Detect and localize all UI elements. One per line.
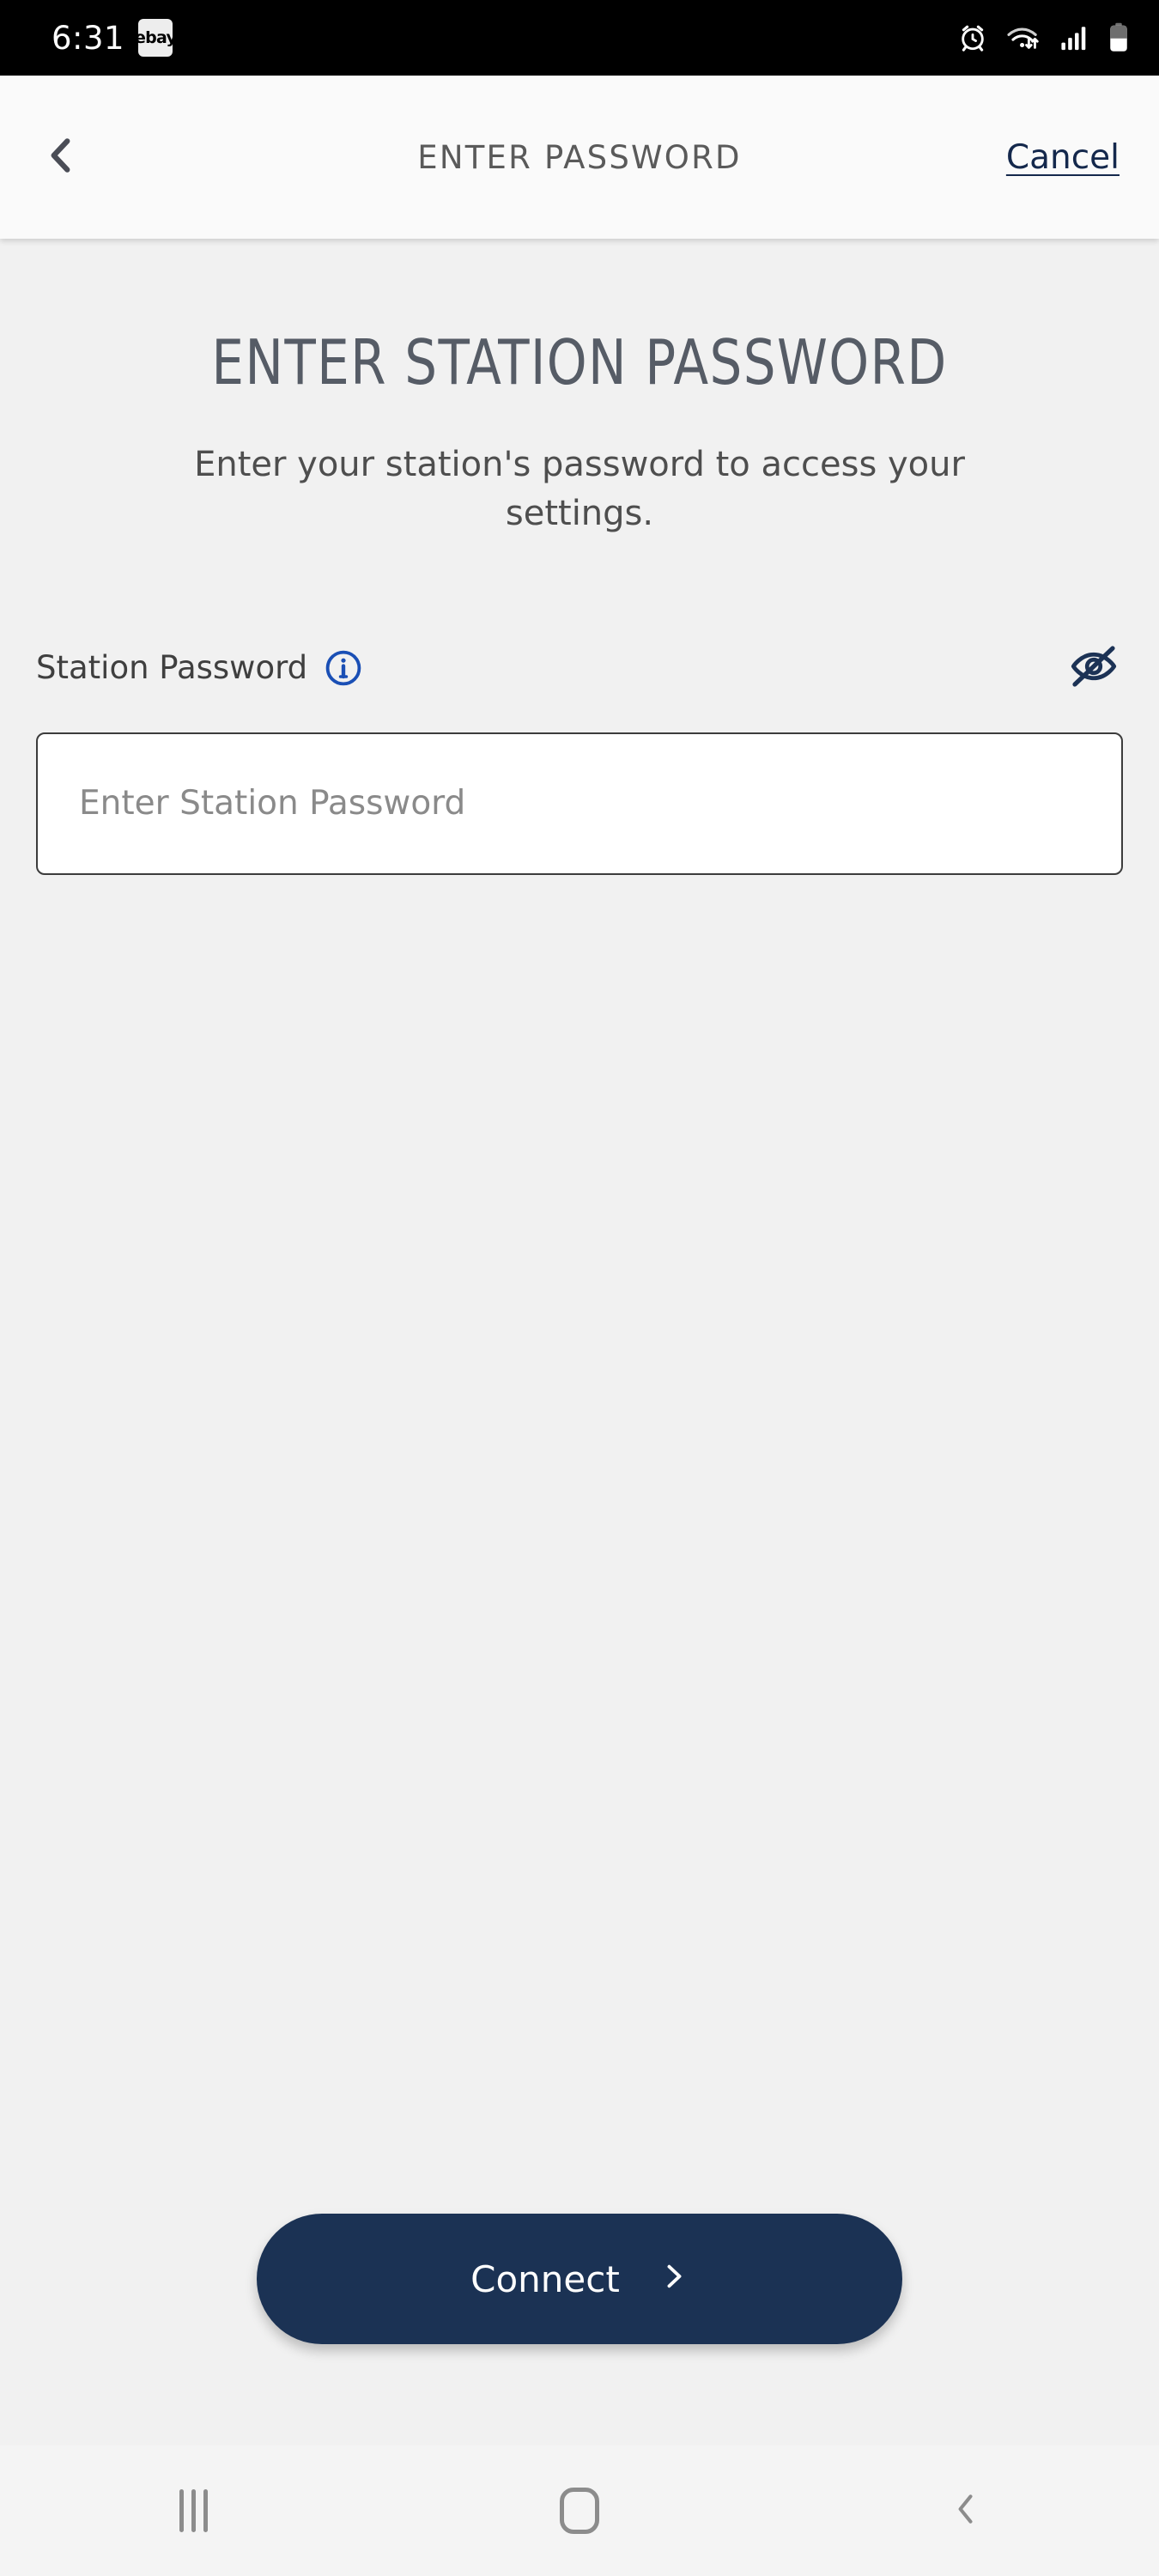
ebay-notification-icon: ebay	[135, 19, 177, 57]
android-nav-bar	[0, 2445, 1159, 2576]
home-icon	[560, 2488, 599, 2534]
wifi-icon	[1004, 23, 1042, 52]
nav-back-button[interactable]	[901, 2446, 1030, 2575]
page-title-header: ENTER PASSWORD	[417, 138, 742, 176]
toggle-password-visibility-button[interactable]	[1068, 641, 1123, 696]
status-clock: 6:31	[52, 19, 125, 57]
password-field-label-row: Station Password	[36, 641, 1123, 695]
alarm-icon	[958, 23, 987, 52]
main-content: ENTER STATION PASSWORD Enter your statio…	[0, 239, 1159, 2445]
eye-off-icon	[1068, 641, 1120, 696]
nav-recents-button[interactable]	[129, 2446, 258, 2575]
chevron-right-icon	[658, 2258, 689, 2300]
status-bar-left: 6:31 ebay	[52, 19, 177, 57]
info-circle-icon[interactable]	[323, 647, 364, 689]
connect-button[interactable]: Connect	[257, 2214, 902, 2344]
page-title: ENTER STATION PASSWORD	[211, 326, 948, 398]
battery-icon	[1107, 22, 1130, 53]
chevron-left-icon	[39, 134, 82, 180]
recents-icon	[179, 2489, 208, 2532]
chevron-left-icon	[947, 2490, 985, 2531]
app-header: ENTER PASSWORD Cancel	[0, 76, 1159, 239]
header-back-button[interactable]	[39, 124, 106, 191]
cancel-button[interactable]: Cancel	[1006, 138, 1120, 177]
station-password-input[interactable]	[36, 732, 1123, 875]
signal-icon	[1059, 23, 1090, 52]
password-field-label: Station Password	[36, 649, 308, 687]
page-subtitle: Enter your station's password to access …	[194, 444, 965, 533]
nav-home-button[interactable]	[515, 2446, 644, 2575]
status-bar-right	[958, 22, 1130, 53]
connect-button-label: Connect	[470, 2257, 620, 2300]
status-bar: 6:31 ebay	[0, 0, 1159, 76]
connect-button-container: Connect	[36, 2214, 1123, 2445]
phone-screen: 6:31 ebay ENTER PASSWORD Cancel ENTER ST…	[0, 0, 1159, 2576]
